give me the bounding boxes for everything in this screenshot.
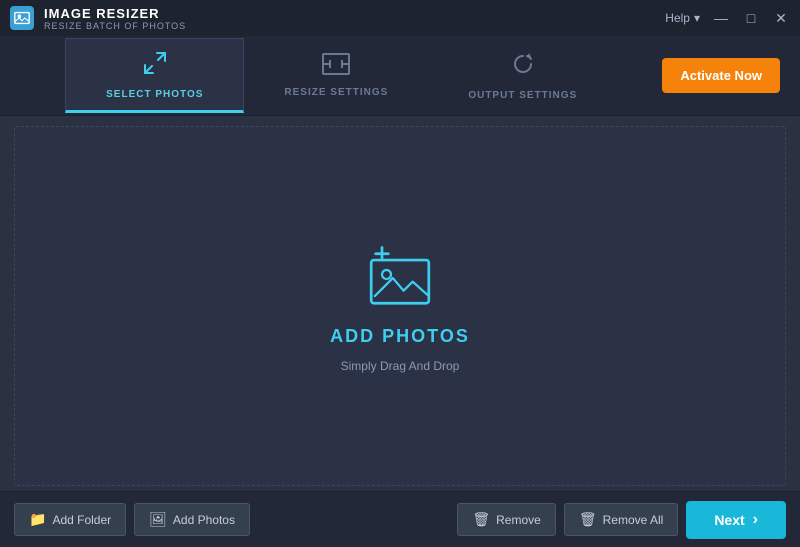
tab-output-settings[interactable]: OUTPUT SETTINGS (428, 38, 617, 113)
add-folder-label: Add Folder (52, 513, 111, 527)
next-button[interactable]: Next › (686, 501, 786, 539)
bottom-right-actions: 🗑 Remove 🗑 Remove All Next › (457, 501, 786, 539)
next-label: Next (714, 512, 744, 528)
tab-select-photos[interactable]: SELECT PHOTOS (65, 38, 244, 113)
tab-select-photos-label: SELECT PHOTOS (106, 89, 203, 100)
tab-output-settings-label: OUTPUT SETTINGS (468, 90, 577, 101)
activate-now-button[interactable]: Activate Now (662, 58, 780, 93)
resize-settings-icon (322, 53, 350, 81)
help-button[interactable]: Help ▾ (665, 11, 700, 25)
bottom-left-actions: 📁 Add Folder 🖼 Add Photos (14, 503, 250, 536)
next-chevron-icon: › (753, 511, 758, 529)
tab-resize-settings-label: RESIZE SETTINGS (284, 87, 388, 98)
output-settings-icon (509, 50, 537, 84)
title-bar: IMAGE RESIZER RESIZE BATCH OF PHOTOS Hel… (0, 0, 800, 36)
app-subtitle: RESIZE BATCH OF PHOTOS (44, 21, 186, 31)
remove-all-icon: 🗑 (579, 511, 597, 528)
remove-button[interactable]: 🗑 Remove (457, 503, 555, 536)
add-photo-icon: 🖼 (149, 511, 167, 528)
select-photos-icon (141, 49, 169, 83)
drag-drop-label: Simply Drag And Drop (341, 359, 460, 373)
remove-all-button[interactable]: 🗑 Remove All (564, 503, 678, 536)
drop-area[interactable]: ADD PHOTOS Simply Drag And Drop (14, 126, 786, 486)
add-photos-button[interactable]: 🖼 Add Photos (134, 503, 250, 536)
add-folder-button[interactable]: 📁 Add Folder (14, 503, 126, 536)
title-right: Help ▾ — □ ✕ (665, 9, 790, 27)
remove-icon: 🗑 (472, 511, 490, 528)
add-photos-label: Add Photos (173, 513, 235, 527)
tab-resize-settings[interactable]: RESIZE SETTINGS (244, 38, 428, 113)
tabs-container: SELECT PHOTOS RESIZE SETTINGS (20, 38, 662, 113)
folder-icon: 📁 (29, 511, 46, 528)
add-photos-icon (355, 239, 445, 314)
app-title: IMAGE RESIZER (44, 6, 186, 21)
close-button[interactable]: ✕ (772, 9, 790, 27)
minimize-button[interactable]: — (712, 9, 730, 27)
add-photos-label: ADD PHOTOS (330, 326, 470, 347)
title-left: IMAGE RESIZER RESIZE BATCH OF PHOTOS (10, 6, 186, 31)
maximize-button[interactable]: □ (742, 9, 760, 27)
tab-bar: SELECT PHOTOS RESIZE SETTINGS (0, 36, 800, 116)
bottom-bar: 📁 Add Folder 🖼 Add Photos 🗑 Remove 🗑 Rem… (0, 491, 800, 547)
title-text-block: IMAGE RESIZER RESIZE BATCH OF PHOTOS (44, 6, 186, 31)
app-icon (10, 6, 34, 30)
remove-label: Remove (496, 513, 541, 527)
app-window: IMAGE RESIZER RESIZE BATCH OF PHOTOS Hel… (0, 0, 800, 547)
remove-all-label: Remove All (603, 513, 664, 527)
